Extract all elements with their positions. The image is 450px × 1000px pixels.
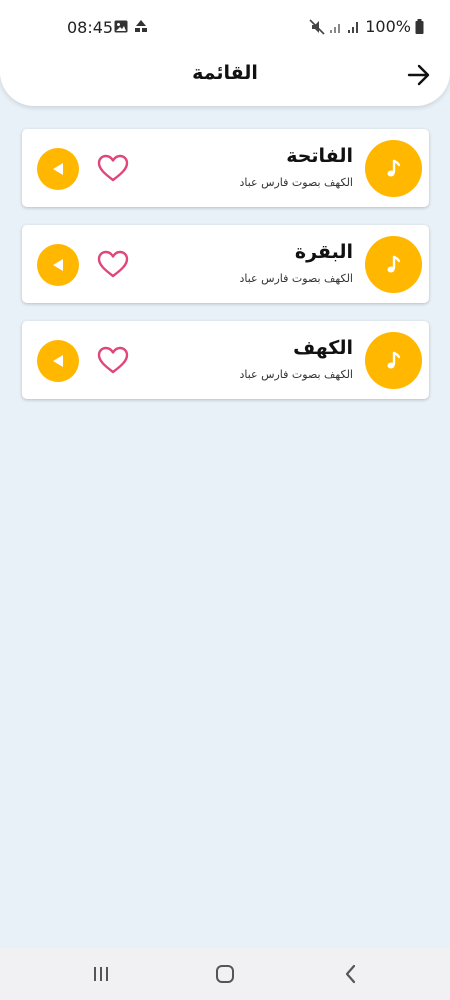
signal-icon [330,23,341,33]
track-title: البقرة [294,241,353,263]
back-icon[interactable] [338,962,364,986]
play-button[interactable] [37,148,79,190]
track-subtitle: الكهف بصوت فارس عباد [239,272,353,285]
play-left-icon [53,163,63,175]
status-time: 08:45 [67,18,114,37]
track-subtitle: الكهف بصوت فارس عباد [239,176,353,189]
track-card[interactable]: الكهف الكهف بصوت فارس عباد [22,321,429,399]
system-nav-bar [0,948,450,1000]
track-title: الفاتحة [286,145,353,167]
battery-icon [415,19,424,34]
play-left-icon [53,355,63,367]
mute-icon [309,18,325,35]
track-list: الفاتحة الكهف بصوت فارس عباد البقرة الكه… [22,129,429,417]
signal-icon [348,21,359,33]
heart-icon[interactable] [97,346,129,374]
play-button[interactable] [37,340,79,382]
gallery-icon [114,20,128,32]
arrow-right-icon[interactable] [406,62,432,88]
play-button[interactable] [37,244,79,286]
track-subtitle: الكهف بصوت فارس عباد [239,368,353,381]
music-note-icon [365,332,422,389]
track-title: الكهف [293,337,353,359]
mm-icon [135,20,147,32]
heart-icon[interactable] [97,154,129,182]
home-icon[interactable] [212,962,238,986]
track-card[interactable]: الفاتحة الكهف بصوت فارس عباد [22,129,429,207]
page-title: القائمة [192,62,258,84]
music-note-icon [365,236,422,293]
music-note-icon [365,140,422,197]
heart-icon[interactable] [97,250,129,278]
play-left-icon [53,259,63,271]
recent-apps-icon[interactable] [88,962,114,986]
status-bar: 08:45 100% [0,0,450,52]
battery-text: 100% [365,17,411,36]
track-card[interactable]: البقرة الكهف بصوت فارس عباد [22,225,429,303]
